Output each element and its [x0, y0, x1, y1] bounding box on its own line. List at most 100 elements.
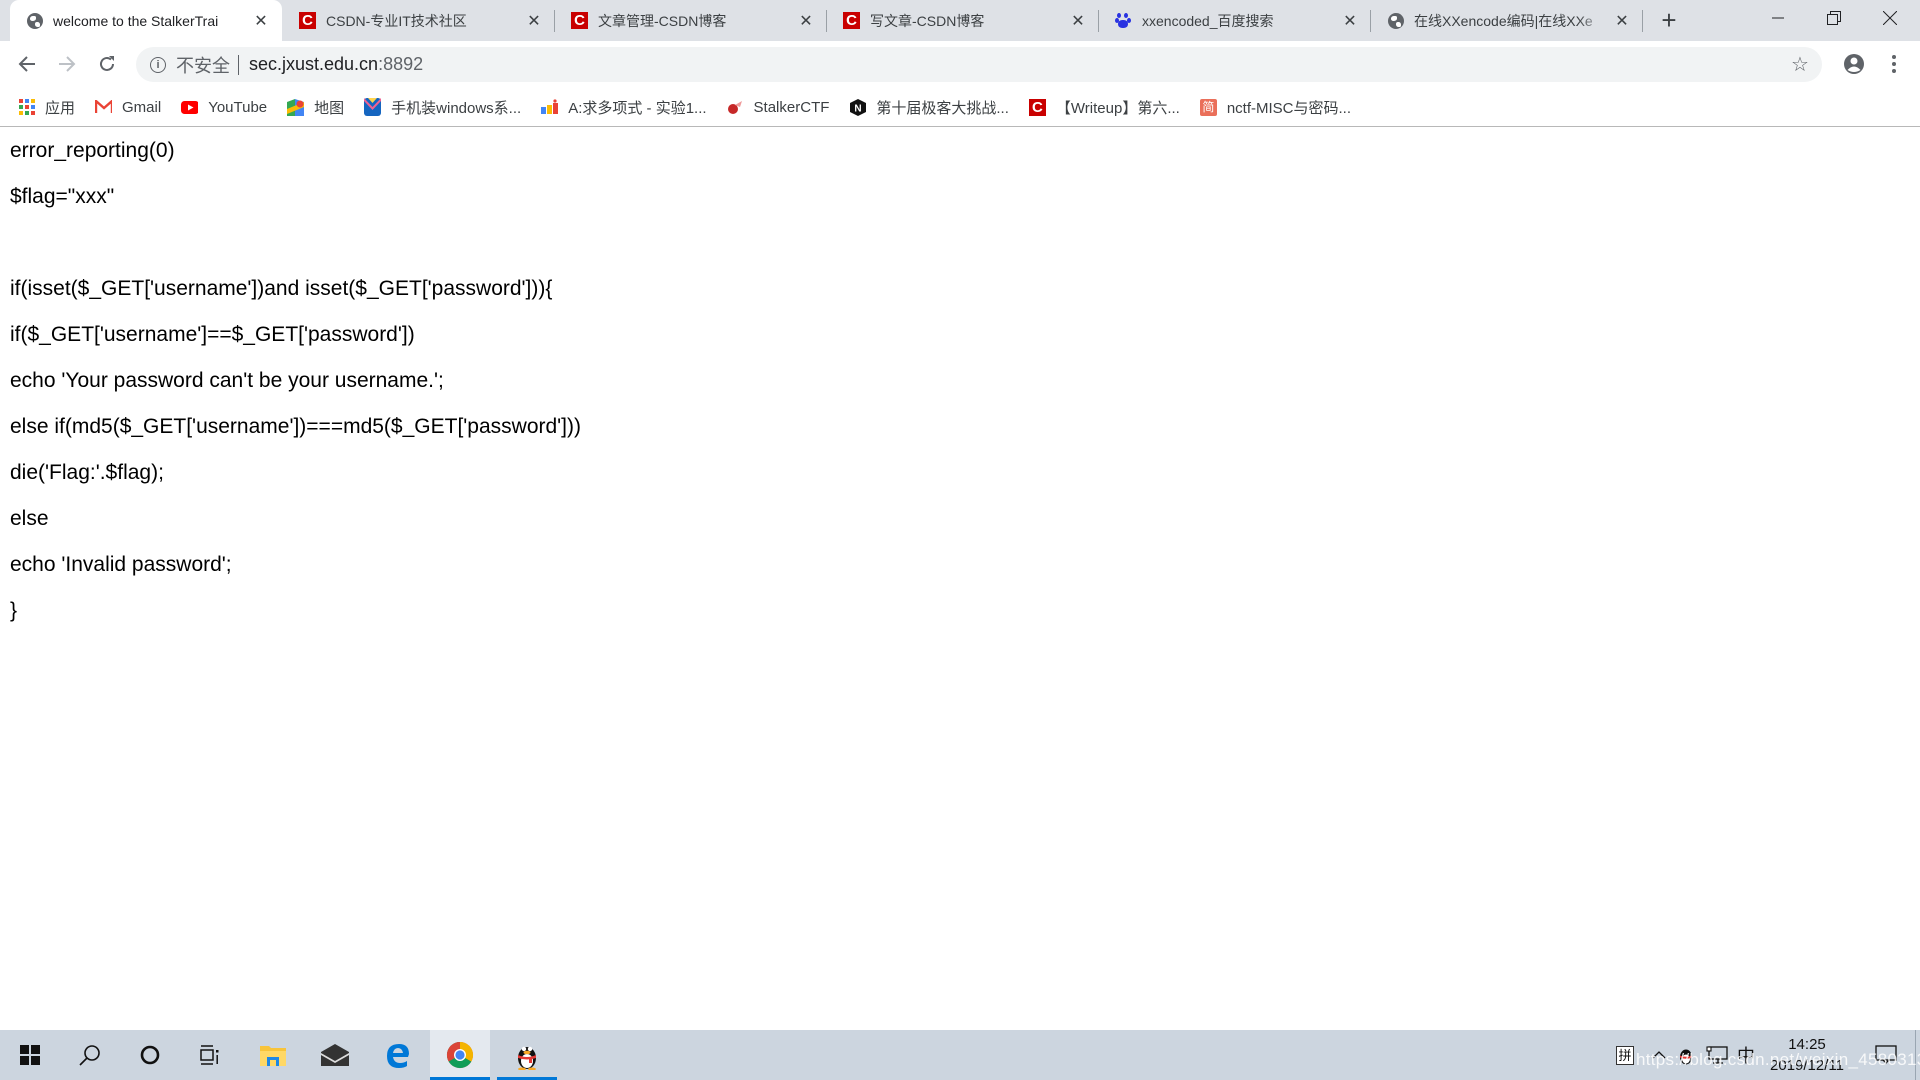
url-host[interactable]: sec.jxust.edu.cn — [249, 54, 378, 75]
tab-title: 在线XXencode编码|在线XXe — [1414, 12, 1593, 29]
ime-mode-button[interactable]: 拼 — [1610, 1030, 1640, 1080]
maps-icon — [287, 98, 305, 116]
csdn-icon: C — [571, 12, 588, 29]
globe-icon — [26, 12, 43, 29]
apps-icon — [18, 99, 35, 116]
cortana-button[interactable] — [120, 1030, 180, 1080]
tab-csdn-manage[interactable]: C 文章管理-CSDN博客 ✕ — [555, 0, 827, 41]
address-bar[interactable]: i 不安全 sec.jxust.edu.cn:8892 ☆ — [136, 47, 1822, 82]
action-center-button[interactable] — [1866, 1030, 1906, 1080]
csdn-icon: C — [1028, 98, 1046, 116]
security-label[interactable]: 不安全 — [176, 52, 230, 78]
minimize-icon — [1772, 17, 1784, 19]
profile-button[interactable] — [1840, 50, 1868, 78]
tab-title: 写文章-CSDN博客 — [870, 12, 985, 29]
task-view-icon — [200, 1045, 219, 1065]
baidu-icon — [1115, 12, 1132, 29]
tab-xxencode[interactable]: 在线XXencode编码|在线XXe ✕ — [1371, 0, 1643, 41]
bookmark-geek-challenge[interactable]: N 第十届极客大挑战... — [849, 97, 1009, 118]
tab-csdn-write[interactable]: C 写文章-CSDN博客 ✕ — [827, 0, 1099, 41]
windows-start-icon — [20, 1045, 40, 1065]
qq-tray-button[interactable] — [1674, 1030, 1698, 1080]
svg-text:N: N — [854, 103, 861, 114]
tab-close-icon[interactable]: ✕ — [525, 12, 543, 30]
show-desktop-button[interactable] — [1915, 1030, 1920, 1080]
show-hidden-icons-button[interactable] — [1648, 1030, 1670, 1080]
bookmark-nctf-misc[interactable]: 简 nctf-MISC与密码... — [1199, 97, 1351, 118]
network-button[interactable] — [1704, 1030, 1730, 1080]
code-line: if($_GET['username']==$_GET['password']) — [10, 323, 415, 346]
notification-icon — [1875, 1045, 1897, 1064]
info-icon[interactable]: i — [150, 56, 166, 73]
tab-close-icon[interactable]: ✕ — [252, 12, 270, 30]
jianshu-icon: 简 — [1199, 98, 1217, 116]
bookmark-polynomial[interactable]: A:求多项式 - 实验1... — [541, 97, 707, 118]
bookmark-apps[interactable]: 应用 — [18, 97, 75, 118]
bookmark-icon — [541, 99, 559, 116]
back-button[interactable] — [10, 47, 44, 81]
bookmark-gmail[interactable]: Gmail — [95, 99, 161, 116]
edge-button[interactable] — [368, 1030, 428, 1080]
bookmark-label: 应用 — [45, 99, 76, 117]
restore-button[interactable] — [1806, 0, 1862, 36]
bookmark-maps[interactable]: 地图 — [287, 97, 344, 118]
bookmark-label: 第十届极客大挑战... — [876, 99, 1009, 117]
browser-menu-button[interactable] — [1880, 50, 1908, 78]
menu-dot — [1892, 55, 1896, 59]
minimize-button[interactable] — [1750, 0, 1806, 36]
qq-taskbar-button[interactable] — [497, 1030, 557, 1080]
reload-button[interactable] — [90, 47, 124, 81]
browser-toolbar: i 不安全 sec.jxust.edu.cn:8892 ☆ — [0, 41, 1920, 88]
bookmark-label: StalkerCTF — [753, 98, 830, 116]
cortana-icon — [140, 1045, 160, 1065]
tab-csdn-home[interactable]: C CSDN-专业IT技术社区 ✕ — [283, 0, 555, 41]
bookmark-star-icon[interactable]: ☆ — [1788, 52, 1812, 76]
clock-time: 14:25 — [1788, 1036, 1826, 1053]
forward-button[interactable] — [50, 47, 84, 81]
chevron-up-icon — [1652, 1051, 1666, 1059]
task-view-button[interactable] — [180, 1030, 240, 1080]
tab-close-icon[interactable]: ✕ — [1613, 12, 1631, 30]
gmail-icon — [95, 99, 113, 116]
code-line: else if(md5($_GET['username'])===md5($_G… — [10, 415, 581, 438]
clock-date: 2019/12/11 — [1770, 1057, 1844, 1074]
bookmark-windows-phone[interactable]: 手机装windows系... — [364, 97, 521, 118]
code-line: die('Flag:'.$flag); — [10, 461, 164, 484]
mail-icon — [321, 1044, 349, 1066]
code-line: echo 'Invalid password'; — [10, 553, 232, 576]
bookmark-icon — [727, 99, 744, 116]
bookmark-label: 手机装windows系... — [391, 99, 522, 117]
tab-close-icon[interactable]: ✕ — [797, 12, 815, 30]
bookmark-youtube[interactable]: YouTube — [181, 99, 267, 116]
close-window-button[interactable] — [1862, 0, 1918, 36]
file-explorer-button[interactable] — [243, 1030, 303, 1080]
bookmark-icon: N — [849, 98, 866, 116]
tab-stalker[interactable]: welcome to the StalkerTrai ✕ — [10, 0, 282, 41]
bookmark-label: YouTube — [208, 98, 268, 116]
tab-close-icon[interactable]: ✕ — [1069, 12, 1087, 30]
menu-dot — [1892, 69, 1896, 73]
bookmark-stalkerctf[interactable]: StalkerCTF — [727, 98, 830, 116]
tab-baidu[interactable]: xxencoded_百度搜索 ✕ — [1099, 0, 1371, 41]
clock[interactable]: 14:25 2019/12/11 — [1752, 1034, 1862, 1076]
bookmark-label: 【Writeup】第六... — [1055, 99, 1180, 117]
code-line: echo 'Your password can't be your userna… — [10, 369, 444, 392]
tab-close-icon[interactable]: ✕ — [1341, 12, 1359, 30]
start-button[interactable] — [0, 1030, 60, 1080]
account-icon — [1844, 54, 1864, 74]
search-button[interactable] — [60, 1030, 120, 1080]
bookmark-icon — [364, 98, 382, 116]
bookmarks-bar: 应用 Gmail YouTube 地图 手机装windows系... A:求多项… — [0, 88, 1920, 127]
chrome-taskbar-button[interactable] — [430, 1030, 490, 1080]
bookmark-writeup[interactable]: C 【Writeup】第六... — [1028, 97, 1180, 118]
tab-separator — [1642, 10, 1643, 32]
windows-taskbar: 拼 中 14:25 2019/12/11 — [0, 1030, 1920, 1080]
youtube-icon — [181, 99, 199, 116]
tab-title: 文章管理-CSDN博客 — [598, 12, 727, 29]
bookmark-label: 地图 — [314, 99, 345, 117]
edge-icon — [387, 1044, 409, 1068]
code-line: $flag="xxx" — [10, 185, 115, 208]
url-port[interactable]: :8892 — [378, 54, 423, 75]
mail-button[interactable] — [305, 1030, 365, 1080]
new-tab-button[interactable]: + — [1655, 7, 1683, 35]
